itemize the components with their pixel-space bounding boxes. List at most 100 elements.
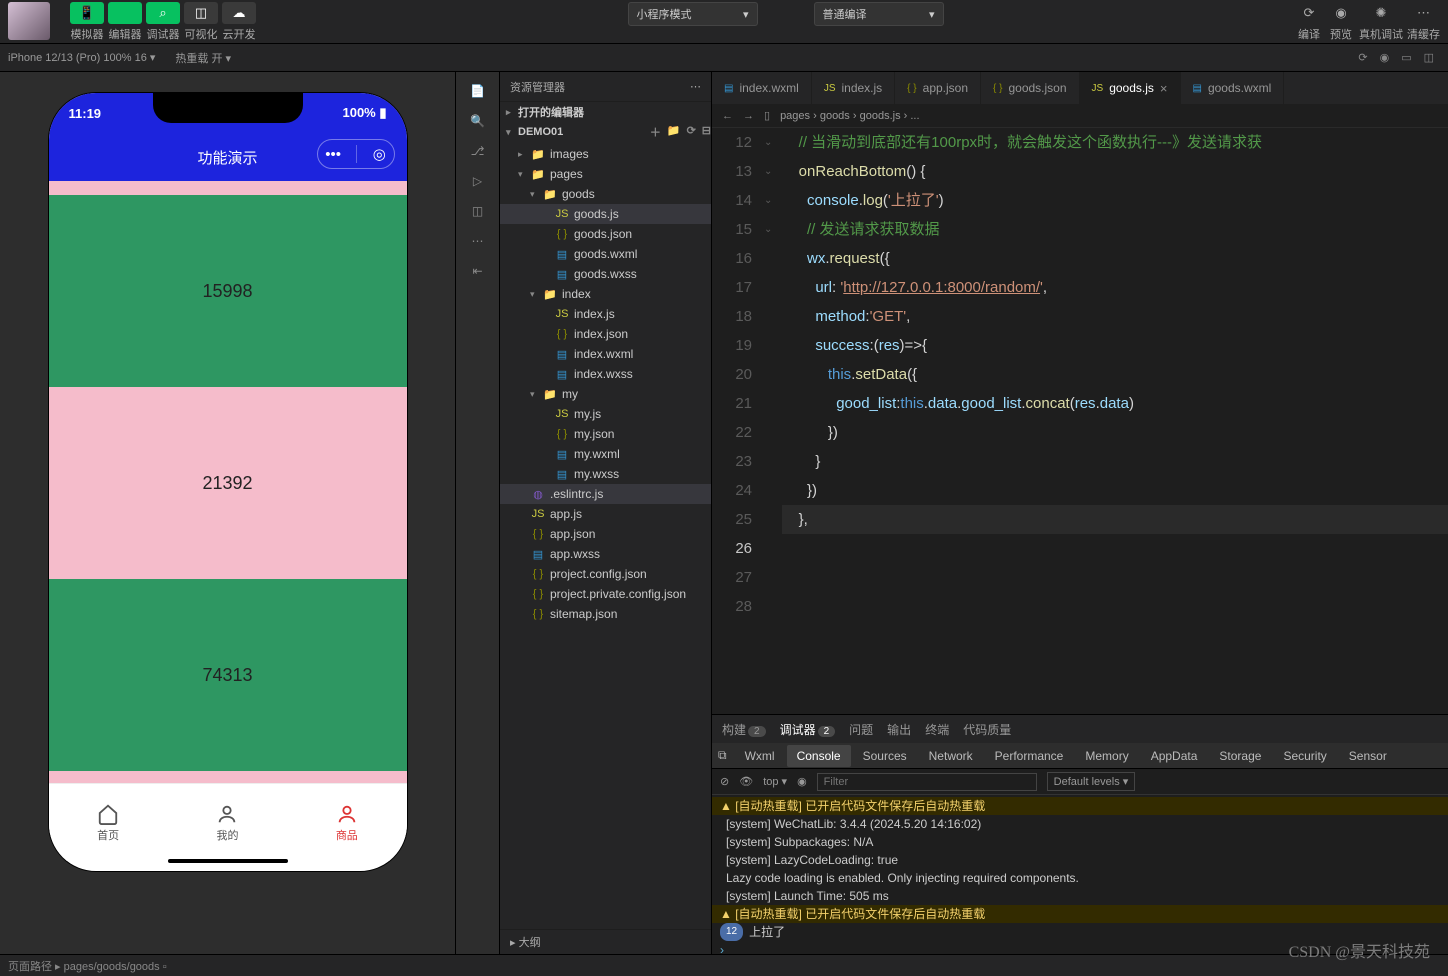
explorer-icon[interactable]: 📄	[470, 84, 485, 98]
open-editors-section[interactable]: ▸打开的编辑器	[500, 102, 711, 122]
record-icon[interactable]: ◉	[1380, 51, 1390, 64]
tab-我的[interactable]: 我的	[168, 784, 287, 861]
list-item[interactable]	[49, 771, 407, 783]
mode-dropdown[interactable]: 小程序模式▾	[628, 2, 758, 26]
file-app.json[interactable]: { }app.json	[500, 524, 711, 544]
close-icon[interactable]: ×	[1160, 81, 1168, 96]
folder-pages[interactable]: ▾📁pages	[500, 164, 711, 184]
tab-goods.wxml[interactable]: ▤goods.wxml	[1181, 72, 1285, 104]
exit-icon[interactable]: ⇤	[472, 264, 482, 278]
tab-商品[interactable]: 商品	[287, 784, 406, 861]
file-index.js[interactable]: JSindex.js	[500, 304, 711, 324]
file-sitemap.json[interactable]: { }sitemap.json	[500, 604, 711, 624]
hot-reload-toggle[interactable]: 热重载 开 ▾	[175, 50, 231, 66]
file-my.wxss[interactable]: ▤my.wxss	[500, 464, 711, 484]
tool-预览[interactable]: ◉	[1327, 2, 1355, 24]
list-item[interactable]	[49, 181, 407, 195]
tab-goods.json[interactable]: { }goods.json	[981, 72, 1080, 104]
file-index.wxss[interactable]: ▤index.wxss	[500, 364, 711, 384]
tool-模拟器[interactable]: 📱	[70, 2, 104, 24]
tool-可视化[interactable]: ◫	[184, 2, 218, 24]
file-goods.wxml[interactable]: ▤goods.wxml	[500, 244, 711, 264]
dbg-tab-代码质量[interactable]: 代码质量	[963, 721, 1011, 738]
bookmark-icon[interactable]: ▯	[764, 109, 770, 122]
tool-云开发[interactable]: ☁	[222, 2, 256, 24]
devtool-tab-Memory[interactable]: Memory	[1075, 745, 1138, 767]
console-input[interactable]: ›	[712, 941, 1448, 954]
ext-icon[interactable]: ◫	[472, 204, 483, 218]
outline-section[interactable]: ▸ 大纲	[500, 929, 711, 954]
devtool-tab-Network[interactable]: Network	[919, 745, 983, 767]
list-item[interactable]: 74313	[49, 579, 407, 771]
new-file-icon[interactable]: ＋	[650, 124, 661, 140]
tool-调试器[interactable]: ⌕	[146, 2, 180, 24]
file-index.json[interactable]: { }index.json	[500, 324, 711, 344]
folder-images[interactable]: ▸📁images	[500, 144, 711, 164]
tool-编译[interactable]: ⟳	[1295, 2, 1323, 24]
debug-icon[interactable]: ▷	[473, 174, 482, 188]
tool-真机调试[interactable]: ✺	[1367, 2, 1395, 24]
menu-icon[interactable]: •••	[325, 146, 341, 163]
breadcrumb[interactable]: ← → ▯ pages › goods › goods.js › ...	[712, 104, 1448, 128]
file-app.wxss[interactable]: ▤app.wxss	[500, 544, 711, 564]
filter-input[interactable]	[817, 773, 1037, 791]
devtool-tab-Sensor[interactable]: Sensor	[1339, 745, 1397, 767]
list-item[interactable]: 15998	[49, 195, 407, 387]
folder-goods[interactable]: ▾📁goods	[500, 184, 711, 204]
devtool-tab-Storage[interactable]: Storage	[1209, 745, 1271, 767]
file-my.wxml[interactable]: ▤my.wxml	[500, 444, 711, 464]
back-icon[interactable]: ←	[722, 110, 733, 122]
close-target-icon[interactable]: ◎	[373, 145, 386, 163]
devtool-tab-Performance[interactable]: Performance	[985, 745, 1074, 767]
branch-icon[interactable]: ⎇	[471, 144, 485, 158]
folder-index[interactable]: ▾📁index	[500, 284, 711, 304]
tool-编辑器[interactable]	[108, 2, 142, 24]
eye-icon[interactable]: 👁	[739, 775, 753, 788]
tab-index.wxml[interactable]: ▤index.wxml	[712, 72, 812, 104]
tab-app.json[interactable]: { }app.json	[895, 72, 981, 104]
split-icon[interactable]: ◫	[1424, 51, 1434, 64]
tab-首页[interactable]: 首页	[49, 784, 168, 861]
phone-content[interactable]: 159982139274313	[49, 181, 407, 783]
tab-index.js[interactable]: JSindex.js	[812, 72, 895, 104]
capsule[interactable]: ••• ◎	[317, 139, 395, 169]
new-folder-icon[interactable]: 📁	[667, 124, 681, 140]
file-goods.json[interactable]: { }goods.json	[500, 224, 711, 244]
devtool-tab-AppData[interactable]: AppData	[1141, 745, 1208, 767]
list-item[interactable]: 21392	[49, 387, 407, 579]
inspect-icon[interactable]: ⧉	[718, 748, 727, 763]
device-icon[interactable]: ▭	[1401, 51, 1411, 64]
devtool-tab-Wxml[interactable]: Wxml	[735, 745, 785, 767]
file-index.wxml[interactable]: ▤index.wxml	[500, 344, 711, 364]
file-project.config.json[interactable]: { }project.config.json	[500, 564, 711, 584]
collapse-icon[interactable]: ⊟	[702, 124, 711, 140]
refresh-icon[interactable]: ⟳	[687, 124, 696, 140]
refresh-icon[interactable]: ⟳	[1358, 51, 1367, 64]
devtool-tab-Sources[interactable]: Sources	[853, 745, 917, 767]
folder-my[interactable]: ▾📁my	[500, 384, 711, 404]
file-goods.js[interactable]: JSgoods.js	[500, 204, 711, 224]
file-my.js[interactable]: JSmy.js	[500, 404, 711, 424]
file-project.private.config.json[interactable]: { }project.private.config.json	[500, 584, 711, 604]
avatar[interactable]	[8, 2, 50, 40]
levels-dropdown[interactable]: Default levels ▾	[1047, 772, 1136, 791]
more-icon[interactable]: ⋯	[690, 80, 701, 93]
file-app.js[interactable]: JSapp.js	[500, 504, 711, 524]
devtool-tab-Console[interactable]: Console	[787, 745, 851, 767]
live-icon[interactable]: ◉	[797, 775, 807, 788]
forward-icon[interactable]: →	[743, 110, 754, 122]
console-output[interactable]: ▲ [自动热重载] 已开启代码文件保存后自动热重载[system] WeChat…	[712, 795, 1448, 954]
devtool-tab-Security[interactable]: Security	[1273, 745, 1336, 767]
page-path[interactable]: 页面路径 ▸ pages/goods/goods ▫	[8, 958, 167, 974]
dbg-tab-输出[interactable]: 输出	[887, 721, 911, 738]
dbg-tab-问题[interactable]: 问题	[849, 721, 873, 738]
dbg-tab-终端[interactable]: 终端	[925, 721, 949, 738]
context-selector[interactable]: top ▾	[763, 775, 787, 788]
clear-icon[interactable]: ⊘	[720, 775, 729, 788]
file-.eslintrc.js[interactable]: ◍.eslintrc.js	[500, 484, 711, 504]
code-editor[interactable]: 1213141516171819202122232425262728 ⌄ ⌄ ⌄…	[712, 128, 1448, 714]
tool-清缓存[interactable]: ⋯	[1410, 2, 1438, 24]
compile-dropdown[interactable]: 普通编译▾	[814, 2, 944, 26]
file-goods.wxss[interactable]: ▤goods.wxss	[500, 264, 711, 284]
file-my.json[interactable]: { }my.json	[500, 424, 711, 444]
